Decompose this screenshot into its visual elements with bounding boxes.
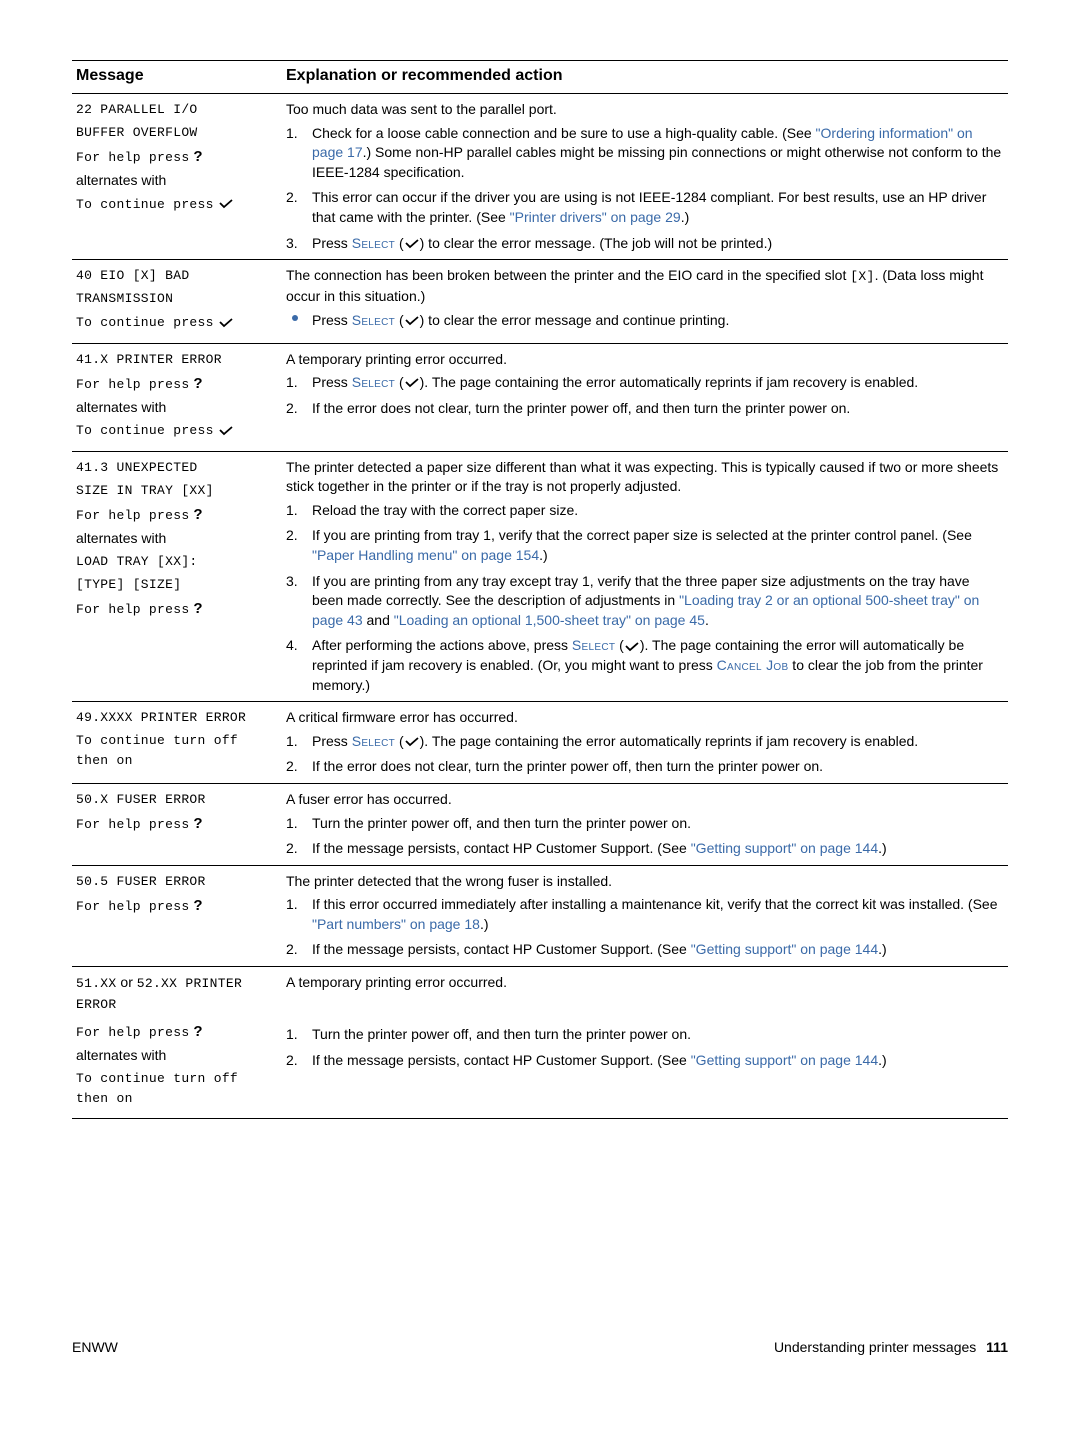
table-row: 50.5 FUSER ERROR For help press ? The pr…	[72, 865, 1008, 966]
select-key: Select	[572, 637, 615, 653]
messages-table: Message Explanation or recommended actio…	[72, 60, 1008, 1119]
check-icon	[404, 239, 420, 249]
footer-right: Understanding printer messages 111	[774, 1339, 1008, 1355]
explanation-cell: 1.Turn the printer power off, and then t…	[282, 1021, 1008, 1119]
cancel-job-key: Cancel Job	[717, 657, 789, 673]
explanation-cell: The printer detected a paper size differ…	[282, 451, 1008, 702]
message-cell: 40 EIO [X] BAD TRANSMISSION To continue …	[72, 260, 282, 343]
bullet-icon	[292, 315, 298, 321]
table-row: 50.X FUSER ERROR For help press ? A fuse…	[72, 783, 1008, 865]
table-row: For help press ? alternates with To cont…	[72, 1021, 1008, 1119]
help-icon: ?	[193, 600, 202, 617]
help-icon: ?	[193, 375, 202, 392]
explanation-cell: A fuser error has occurred. 1.Turn the p…	[282, 783, 1008, 865]
table-row: 49.XXXX PRINTER ERROR To continue turn o…	[72, 702, 1008, 784]
link-paper-handling[interactable]: "Paper Handling menu" on page 154	[312, 547, 539, 563]
help-icon: ?	[193, 1023, 202, 1040]
explanation-cell: The connection has been broken between t…	[282, 260, 1008, 343]
link-printer-drivers[interactable]: "Printer drivers" on page 29	[510, 209, 681, 225]
help-icon: ?	[193, 506, 202, 523]
explanation-cell: A critical firmware error has occurred. …	[282, 702, 1008, 784]
explanation-cell: The printer detected that the wrong fuse…	[282, 865, 1008, 966]
message-cell: 50.X FUSER ERROR For help press ?	[72, 783, 282, 865]
col-header-message: Message	[72, 61, 282, 94]
table-row: 40 EIO [X] BAD TRANSMISSION To continue …	[72, 260, 1008, 343]
link-loading-1500[interactable]: "Loading an optional 1,500-sheet tray" o…	[394, 612, 705, 628]
footer-left: ENWW	[72, 1339, 118, 1355]
message-cell: 41.X PRINTER ERROR For help press ? alte…	[72, 343, 282, 451]
check-icon	[218, 426, 234, 436]
table-row: 22 PARALLEL I/O BUFFER OVERFLOW For help…	[72, 94, 1008, 260]
check-icon	[404, 378, 420, 388]
table-row: 51.XX or 52.XX PRINTER ERROR A temporary…	[72, 967, 1008, 1022]
explanation-cell: Too much data was sent to the parallel p…	[282, 94, 1008, 260]
select-key: Select	[352, 374, 395, 390]
link-getting-support[interactable]: "Getting support" on page 144	[691, 840, 878, 856]
message-cell: 49.XXXX PRINTER ERROR To continue turn o…	[72, 702, 282, 784]
select-key: Select	[352, 312, 395, 328]
message-cell: 50.5 FUSER ERROR For help press ?	[72, 865, 282, 966]
check-icon	[404, 316, 420, 326]
check-icon	[218, 318, 234, 328]
table-row: 41.X PRINTER ERROR For help press ? alte…	[72, 343, 1008, 451]
link-getting-support[interactable]: "Getting support" on page 144	[691, 1052, 878, 1068]
help-icon: ?	[193, 897, 202, 914]
message-cell: For help press ? alternates with To cont…	[72, 1021, 282, 1119]
link-part-numbers[interactable]: "Part numbers" on page 18	[312, 916, 480, 932]
check-icon	[624, 642, 640, 652]
check-icon	[404, 737, 420, 747]
message-cell: 41.3 UNEXPECTED SIZE IN TRAY [XX] For he…	[72, 451, 282, 702]
page-number: 111	[986, 1339, 1008, 1355]
help-icon: ?	[193, 148, 202, 165]
check-icon	[218, 199, 234, 209]
page-footer: ENWW Understanding printer messages 111	[72, 1339, 1008, 1355]
message-cell: 51.XX or 52.XX PRINTER ERROR	[72, 967, 282, 1022]
select-key: Select	[352, 733, 395, 749]
help-icon: ?	[193, 815, 202, 832]
explanation-cell: A temporary printing error occurred. 1.P…	[282, 343, 1008, 451]
link-getting-support[interactable]: "Getting support" on page 144	[691, 941, 878, 957]
select-key: Select	[352, 235, 395, 251]
message-cell: 22 PARALLEL I/O BUFFER OVERFLOW For help…	[72, 94, 282, 260]
table-row: 41.3 UNEXPECTED SIZE IN TRAY [XX] For he…	[72, 451, 1008, 702]
explanation-cell: A temporary printing error occurred.	[282, 967, 1008, 1022]
col-header-explanation: Explanation or recommended action	[282, 61, 1008, 94]
